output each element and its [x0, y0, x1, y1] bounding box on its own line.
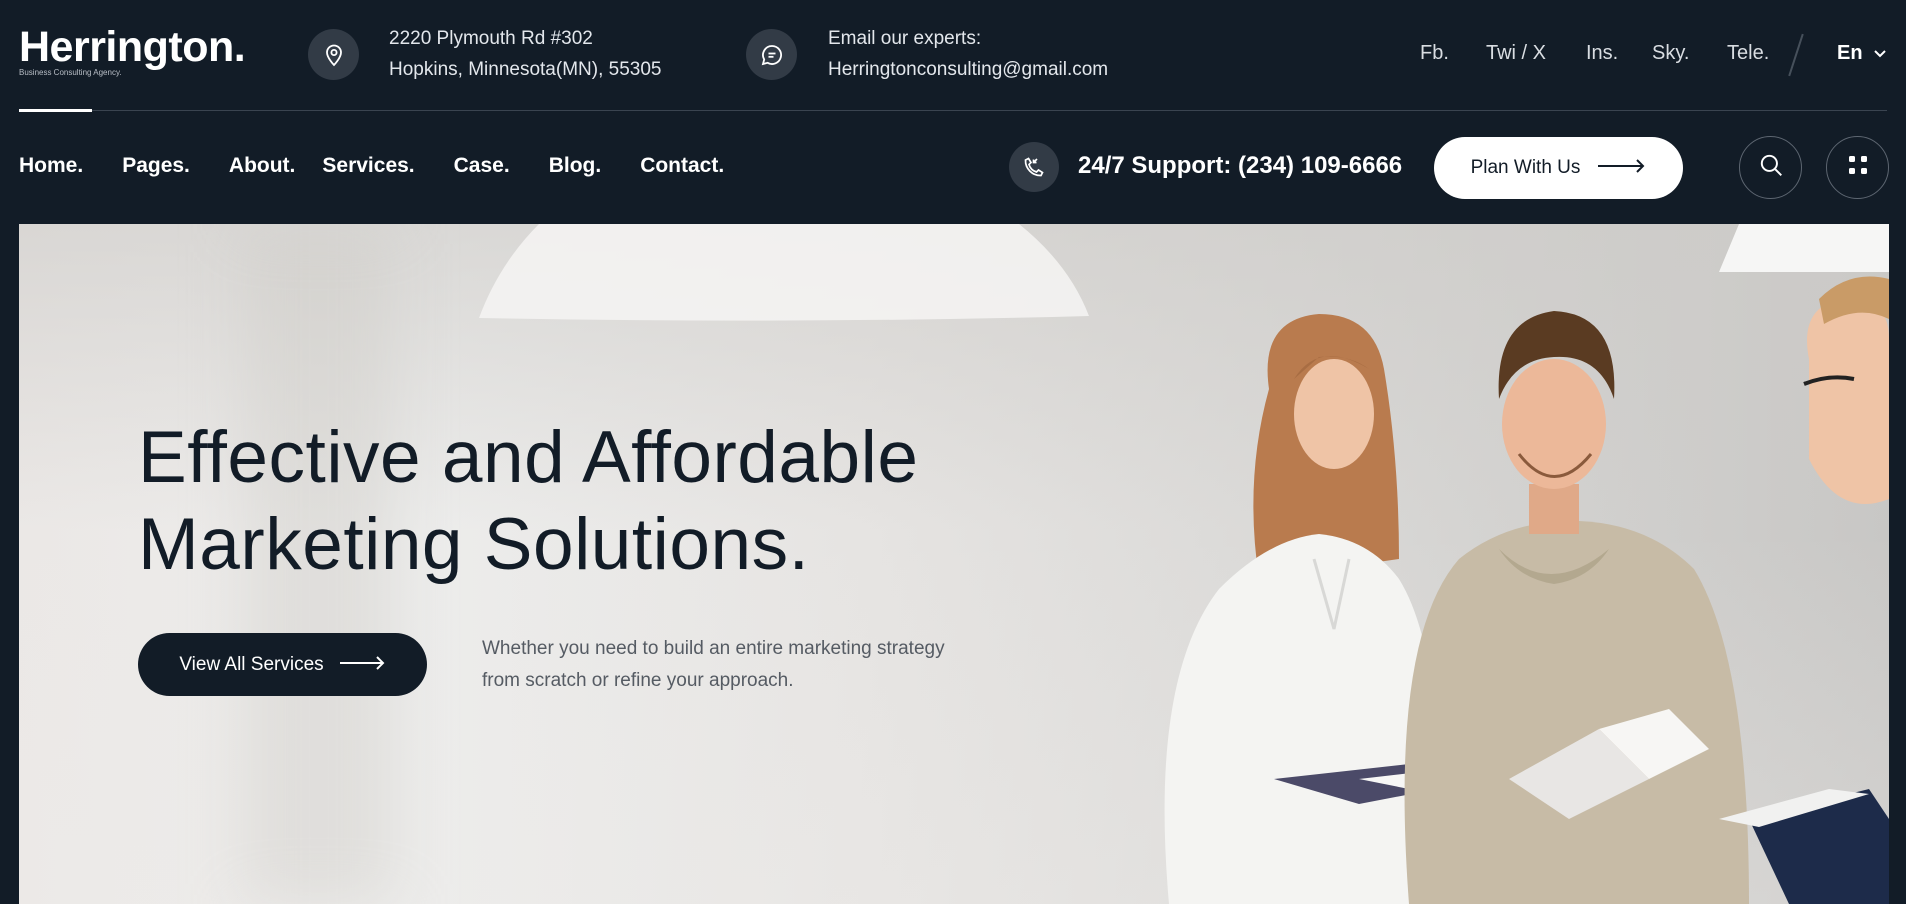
active-indicator — [19, 109, 92, 112]
email-label: Email our experts: — [828, 28, 982, 49]
search-icon — [1758, 152, 1784, 183]
social-instagram-link[interactable]: Ins. — [1586, 42, 1618, 65]
separator — [1788, 33, 1804, 77]
grid-menu-icon — [1847, 154, 1869, 181]
hero-section: Effective and Affordable Marketing Solut… — [19, 224, 1889, 904]
nav-contact[interactable]: Contact. — [640, 154, 724, 178]
social-twitter-link[interactable]: Twi / X — [1486, 42, 1546, 65]
address-line-2: Hopkins, Minnesota(MN), 55305 — [389, 59, 662, 80]
nav-pages[interactable]: Pages. — [122, 154, 190, 178]
hero-description: Whether you need to build an entire mark… — [482, 633, 1002, 697]
social-skype-link[interactable]: Sky. — [1652, 42, 1689, 65]
address-line-1: 2220 Plymouth Rd #302 — [389, 28, 593, 49]
arrow-right-icon — [1598, 157, 1646, 179]
logo[interactable]: Herrington. Business Consulting Agency. — [19, 23, 246, 77]
hero-description-line-1: Whether you need to build an entire mark… — [482, 638, 945, 659]
search-button[interactable] — [1739, 136, 1802, 199]
email-link[interactable]: Herringtonconsulting@gmail.com — [828, 54, 1108, 85]
plan-with-us-button[interactable]: Plan With Us — [1434, 137, 1683, 199]
nav-home[interactable]: Home. — [19, 154, 83, 178]
social-facebook-link[interactable]: Fb. — [1420, 42, 1449, 65]
hero-title-line-1: Effective and Affordable — [138, 417, 919, 498]
hero-description-line-2: from scratch or refine your approach. — [482, 670, 794, 691]
arrow-right-icon — [339, 654, 386, 676]
hero-title-line-2: Marketing Solutions. — [138, 504, 810, 585]
plan-button-label: Plan With Us — [1470, 157, 1581, 178]
hero-title: Effective and Affordable Marketing Solut… — [138, 414, 1038, 588]
view-all-services-button[interactable]: View All Services — [138, 633, 427, 696]
team-photo-image — [1164, 276, 1889, 904]
chevron-down-icon — [1873, 42, 1887, 65]
location-pin-icon — [308, 29, 359, 80]
phone-call-icon — [1009, 142, 1059, 192]
nav-case[interactable]: Case. — [454, 154, 510, 178]
menu-button[interactable] — [1826, 136, 1889, 199]
chat-bubble-icon — [746, 29, 797, 80]
ceiling-lamp-image — [479, 224, 1089, 321]
language-label: En — [1837, 42, 1863, 64]
email-block: Email our experts: Herringtonconsulting@… — [828, 23, 1108, 85]
address: 2220 Plymouth Rd #302 Hopkins, Minnesota… — [389, 23, 661, 85]
support-phone[interactable]: 24/7 Support: (234) 109-6666 — [1078, 152, 1402, 180]
language-selector[interactable]: En — [1837, 42, 1887, 65]
nav-services[interactable]: Services. — [322, 154, 414, 178]
main-nav: Home. Pages. About. Services. Case. Blog… — [19, 154, 763, 178]
view-services-label: View All Services — [179, 653, 324, 675]
nav-blog[interactable]: Blog. — [549, 154, 602, 178]
nav-about[interactable]: About. — [229, 154, 295, 178]
logo-title: Herrington. — [19, 23, 246, 71]
top-bar: Herrington. Business Consulting Agency. … — [0, 0, 1906, 111]
header-divider — [19, 110, 1887, 111]
social-telegram-link[interactable]: Tele. — [1727, 42, 1769, 65]
